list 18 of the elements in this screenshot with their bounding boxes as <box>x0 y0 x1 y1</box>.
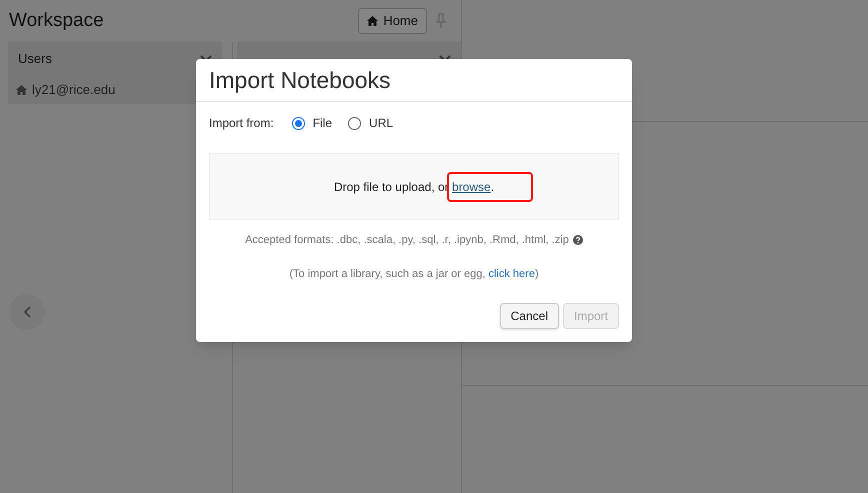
accepted-formats: Accepted formats: .dbc, .scala, .py, .sql, .r, .ipynb, .Rmd, .html, .zip <box>245 233 569 248</box>
click-here-link[interactable]: click here <box>488 268 535 280</box>
radio-option[interactable]: File <box>292 114 332 132</box>
workspace-title: Workspace <box>9 8 104 33</box>
radio-option[interactable]: URL <box>348 114 394 132</box>
house-icon <box>367 16 378 26</box>
radio-button[interactable] <box>348 116 362 130</box>
chevron-left-icon <box>24 306 30 318</box>
house-icon <box>16 85 27 95</box>
browse-link[interactable]: browse <box>452 180 491 194</box>
cancel-button[interactable]: Cancel <box>500 303 559 329</box>
user-label: ly21@rice.edu <box>32 81 116 100</box>
import-from-label: Import from: <box>209 115 274 132</box>
home-button[interactable]: Home <box>358 8 427 34</box>
column-title: Users <box>18 50 52 68</box>
radio-button[interactable] <box>292 116 305 130</box>
help-icon[interactable] <box>572 235 583 246</box>
library-note: (To import a library, such as a jar or egg, click here) <box>289 266 539 282</box>
